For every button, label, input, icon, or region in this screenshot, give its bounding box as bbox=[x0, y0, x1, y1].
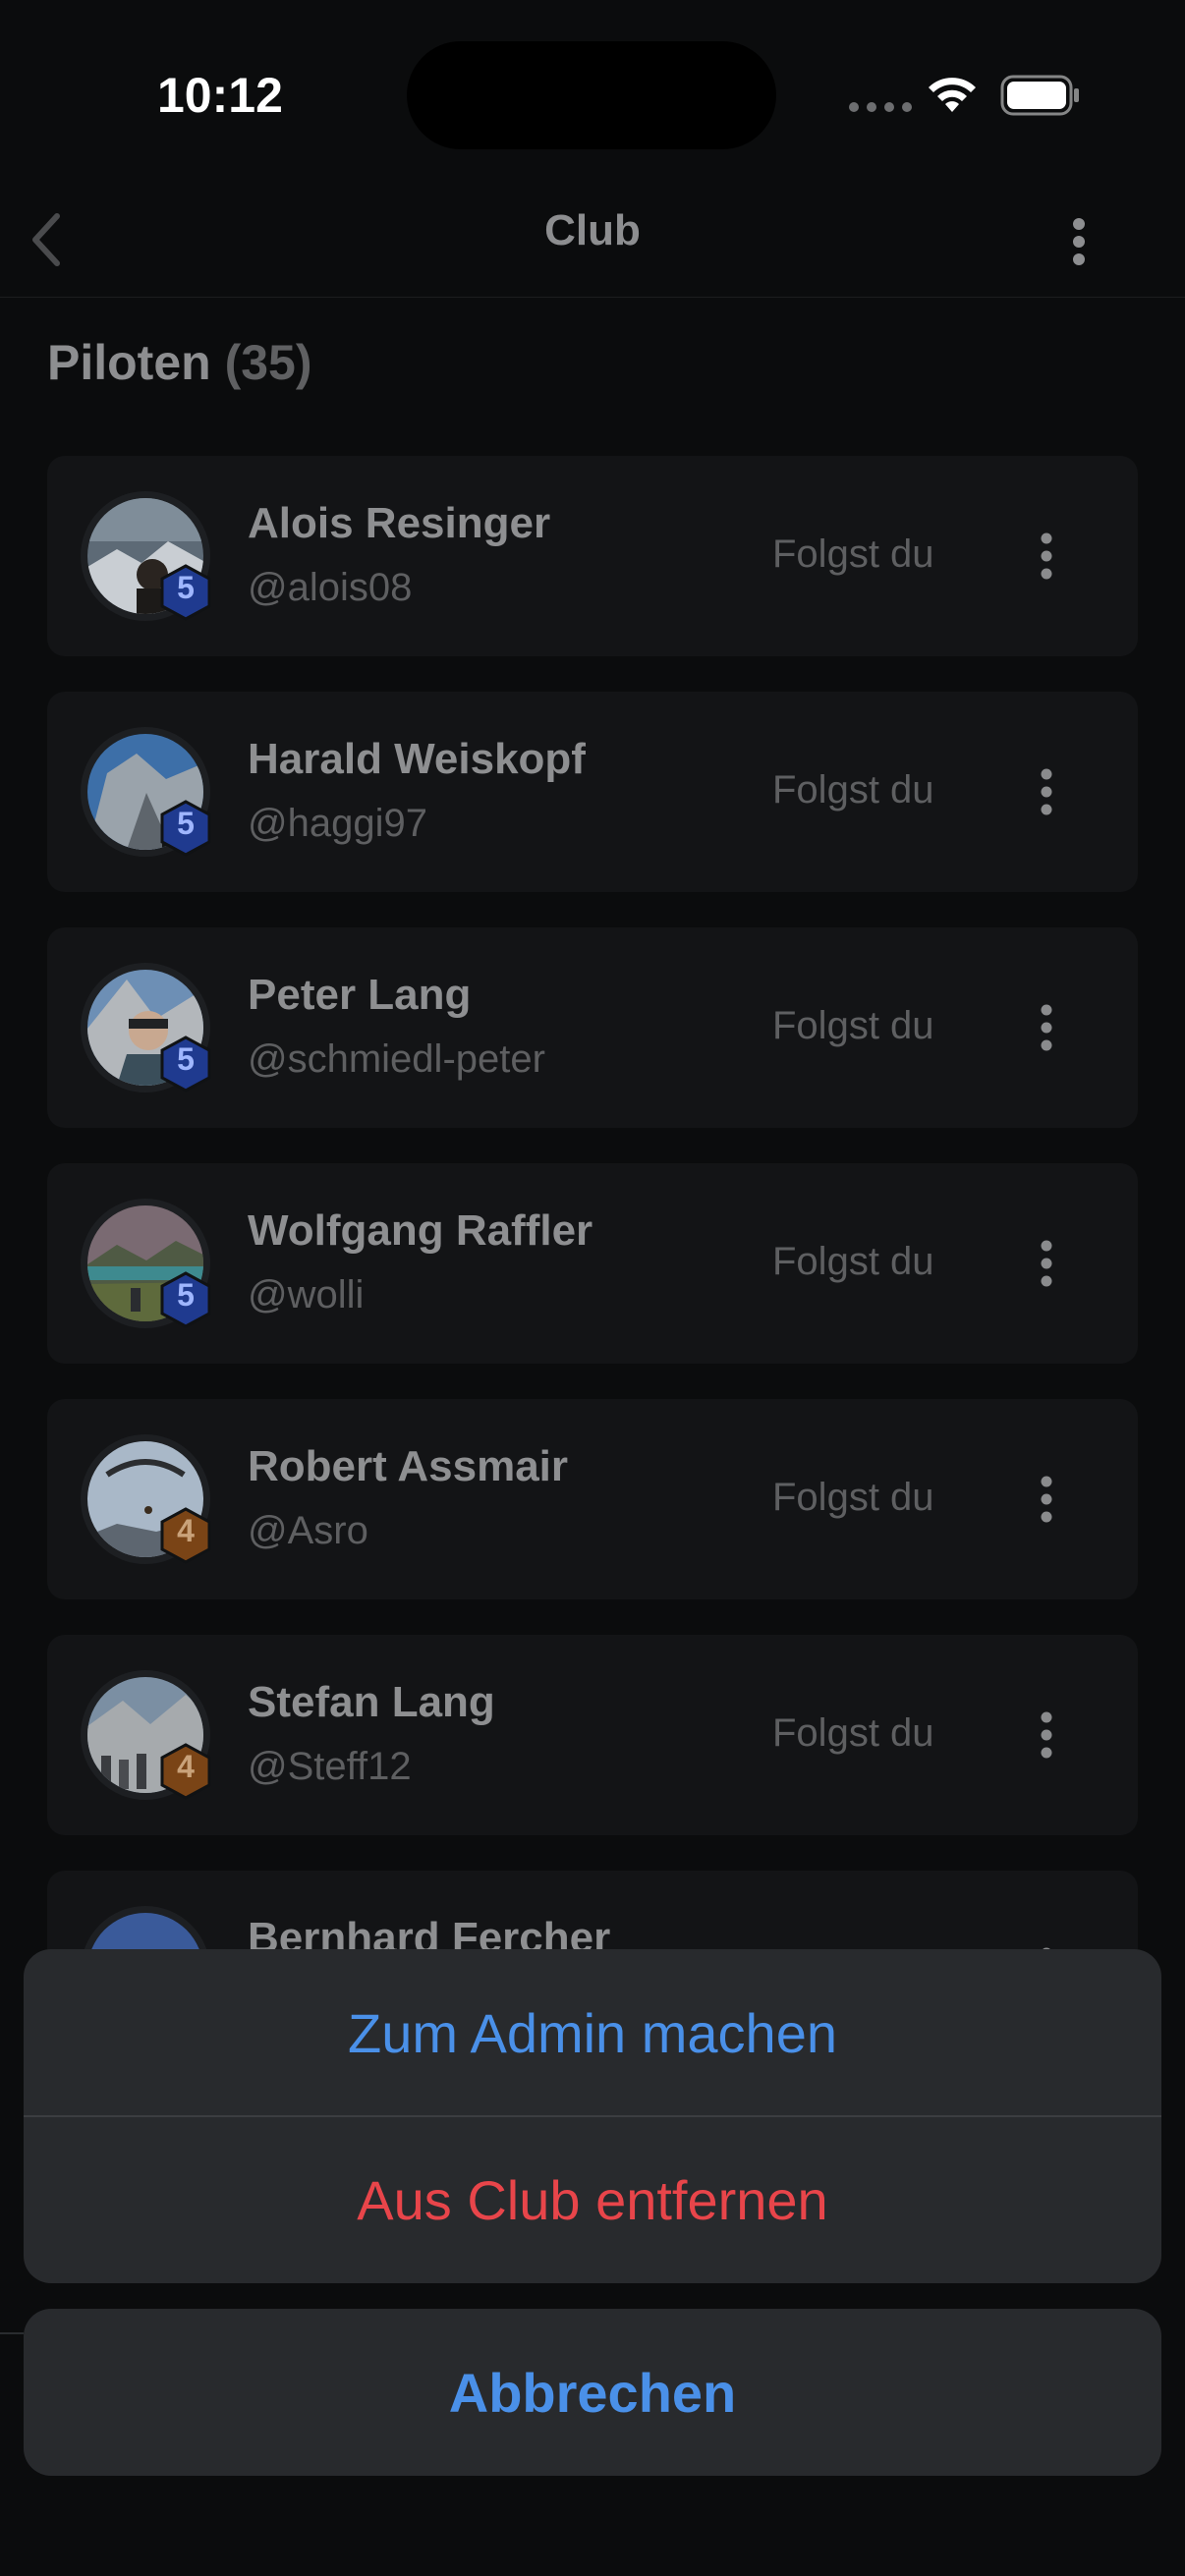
member-name: Robert Assmair bbox=[248, 1442, 569, 1490]
avatar: 5 bbox=[81, 1199, 212, 1328]
level-number: 4 bbox=[177, 1513, 195, 1548]
more-vertical-icon[interactable] bbox=[1032, 527, 1061, 586]
more-vertical-icon[interactable] bbox=[1032, 762, 1061, 821]
more-vertical-icon[interactable] bbox=[1032, 998, 1061, 1057]
member-row[interactable]: 5 Harald Weiskopf @haggi97 Folgst du bbox=[47, 692, 1138, 892]
section-header: Piloten (35) bbox=[47, 334, 312, 391]
avatar: 4 bbox=[81, 1434, 212, 1564]
level-number: 5 bbox=[177, 1041, 195, 1077]
follow-status: Folgst du bbox=[772, 768, 934, 812]
member-handle: @alois08 bbox=[248, 566, 413, 609]
signal-icon bbox=[849, 102, 912, 112]
more-vertical-icon[interactable] bbox=[1032, 1706, 1061, 1764]
cancel-button[interactable]: Abbrechen bbox=[24, 2309, 1161, 2476]
club-members-screen: 10:12 Club Piloten (35) 5 Alois Resinger… bbox=[0, 0, 1185, 2576]
follow-status: Folgst du bbox=[772, 532, 934, 576]
level-badge: 4 bbox=[159, 1743, 212, 1800]
level-badge: 5 bbox=[159, 1271, 212, 1328]
follow-status: Folgst du bbox=[772, 1240, 934, 1283]
member-name: Harald Weiskopf bbox=[248, 735, 586, 783]
more-vertical-icon[interactable] bbox=[1032, 1234, 1061, 1293]
member-row[interactable]: 5 Peter Lang @schmiedl-peter Folgst du bbox=[47, 927, 1138, 1128]
navigation-bar: Club bbox=[0, 187, 1185, 298]
member-name: Stefan Lang bbox=[248, 1678, 495, 1726]
more-vertical-icon[interactable] bbox=[1032, 1470, 1061, 1529]
level-badge: 4 bbox=[159, 1507, 212, 1564]
divider bbox=[0, 2332, 24, 2334]
level-number: 4 bbox=[177, 1749, 195, 1784]
section-count: (35) bbox=[224, 335, 312, 390]
level-number: 5 bbox=[177, 1277, 195, 1313]
level-badge: 5 bbox=[159, 800, 212, 857]
member-handle: @schmiedl-peter bbox=[248, 1037, 545, 1081]
member-handle: @Asro bbox=[248, 1509, 368, 1552]
more-vertical-icon[interactable] bbox=[1061, 204, 1097, 279]
status-bar: 10:12 bbox=[0, 0, 1185, 187]
member-row[interactable]: 4 Stefan Lang @Steff12 Folgst du bbox=[47, 1635, 1138, 1835]
avatar: 5 bbox=[81, 491, 212, 621]
member-row[interactable]: 4 Robert Assmair @Asro Folgst du bbox=[47, 1399, 1138, 1599]
member-handle: @Steff12 bbox=[248, 1745, 412, 1788]
remove-from-club-button[interactable]: Aus Club entfernen bbox=[24, 2116, 1161, 2283]
dynamic-island bbox=[407, 41, 776, 149]
member-handle: @haggi97 bbox=[248, 802, 427, 845]
avatar: 4 bbox=[81, 1670, 212, 1800]
member-row[interactable]: 5 Alois Resinger @alois08 Folgst du bbox=[47, 456, 1138, 656]
member-name: Alois Resinger bbox=[248, 499, 551, 547]
level-number: 5 bbox=[177, 570, 195, 605]
follow-status: Folgst du bbox=[772, 1004, 934, 1047]
level-badge: 5 bbox=[159, 1036, 212, 1092]
member-list: 5 Alois Resinger @alois08 Folgst du 5 Ha… bbox=[47, 456, 1138, 2106]
avatar: 5 bbox=[81, 727, 212, 857]
action-sheet-options: Zum Admin machen Aus Club entfernen bbox=[24, 1949, 1161, 2283]
level-badge: 5 bbox=[159, 564, 212, 621]
page-title: Club bbox=[544, 206, 641, 254]
member-row[interactable]: 5 Wolfgang Raffler @wolli Folgst du bbox=[47, 1163, 1138, 1364]
wifi-icon bbox=[929, 78, 976, 112]
member-name: Peter Lang bbox=[248, 971, 472, 1019]
member-name: Wolfgang Raffler bbox=[248, 1206, 593, 1255]
member-handle: @wolli bbox=[248, 1273, 365, 1316]
level-number: 5 bbox=[177, 806, 195, 841]
section-title: Piloten bbox=[47, 335, 211, 390]
make-admin-button[interactable]: Zum Admin machen bbox=[24, 1949, 1161, 2116]
battery-icon bbox=[1000, 75, 1079, 116]
follow-status: Folgst du bbox=[772, 1476, 934, 1519]
avatar: 5 bbox=[81, 963, 212, 1092]
follow-status: Folgst du bbox=[772, 1711, 934, 1755]
status-time: 10:12 bbox=[157, 68, 283, 123]
